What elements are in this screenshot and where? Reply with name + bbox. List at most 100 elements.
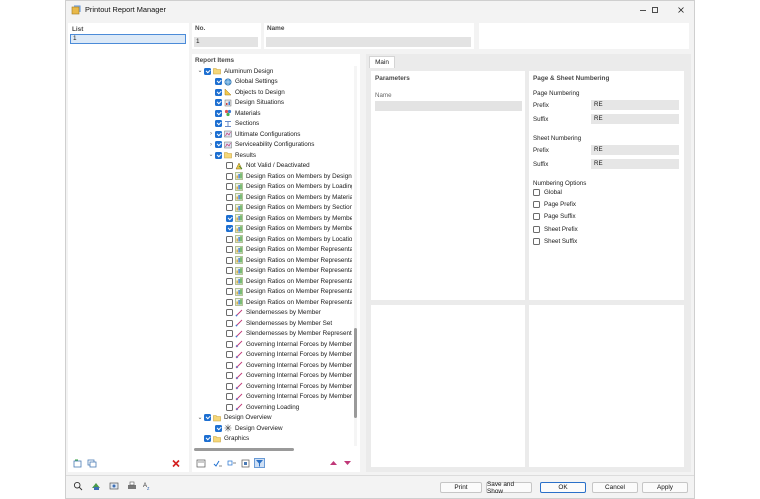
save-and-show-button[interactable]: Save and Show xyxy=(486,481,532,495)
tree-item[interactable]: Design Ratios on Members by Locatio xyxy=(218,234,352,245)
tree-item-checkbox[interactable] xyxy=(215,109,222,117)
option-sheet-suffix-checkbox[interactable] xyxy=(533,238,540,245)
option-global[interactable]: Global xyxy=(533,189,562,196)
name-field[interactable] xyxy=(266,37,471,47)
tree-item[interactable]: Objects to Design xyxy=(207,87,285,98)
maximize-button[interactable] xyxy=(643,3,667,17)
tree-item-checkbox[interactable] xyxy=(226,193,233,201)
tab-main[interactable]: Main xyxy=(369,56,395,68)
option-sheet-suffix[interactable]: Sheet Suffix xyxy=(533,238,577,245)
page-prefix-field[interactable]: RE xyxy=(591,100,679,110)
chevron-down-icon[interactable]: ⌄ xyxy=(207,152,215,158)
tree-item-checkbox[interactable] xyxy=(226,225,233,233)
number-field[interactable]: 1 xyxy=(194,37,258,47)
uncheck-all-button[interactable] xyxy=(226,458,237,468)
tree-scrollbar[interactable] xyxy=(354,66,357,446)
tree-item[interactable]: Governing Internal Forces by Member xyxy=(218,350,352,361)
tree-item-checkbox[interactable] xyxy=(226,340,233,348)
tree-hscrollbar-thumb[interactable] xyxy=(194,448,294,451)
tree-item[interactable]: Design Ratios on Member Representa xyxy=(218,245,352,256)
tree-item-checkbox[interactable] xyxy=(215,99,222,107)
new-report-button[interactable] xyxy=(72,458,83,468)
tree-item[interactable]: Slendernesses by Member Representa xyxy=(218,329,352,340)
tree-item[interactable]: ⌄ Aluminum Design xyxy=(196,66,273,77)
tree-item-checkbox[interactable] xyxy=(215,151,222,159)
tree-item-checkbox[interactable] xyxy=(226,235,233,243)
print-button[interactable]: Print xyxy=(440,482,482,493)
tree-item[interactable]: Governing Internal Forces by Member xyxy=(218,371,352,382)
chevron-down-icon[interactable]: ⌄ xyxy=(196,68,204,74)
tree-item[interactable]: Design Situations xyxy=(207,98,284,109)
option-sheet-prefix-checkbox[interactable] xyxy=(533,226,540,233)
tree-item[interactable]: Design Ratios on Members by Loading xyxy=(218,182,352,193)
tree-item-checkbox[interactable] xyxy=(226,183,233,191)
tree-item-checkbox[interactable] xyxy=(215,120,222,128)
units-button[interactable] xyxy=(90,481,101,491)
settings-button[interactable] xyxy=(108,481,119,491)
tree-item[interactable]: Design Ratios on Members by Design xyxy=(218,171,352,182)
tree-item[interactable]: Not Valid / Deactivated xyxy=(218,161,310,172)
option-page-prefix-checkbox[interactable] xyxy=(533,201,540,208)
chevron-down-icon[interactable]: ⌄ xyxy=(196,415,204,421)
cancel-button[interactable]: Cancel xyxy=(592,482,638,493)
tree-item-checkbox[interactable] xyxy=(226,256,233,264)
tree-item-checkbox[interactable] xyxy=(226,361,233,369)
delete-report-button[interactable] xyxy=(170,458,181,468)
tree-item[interactable]: Governing Internal Forces by Member xyxy=(218,360,352,371)
tree-item-checkbox[interactable] xyxy=(226,372,233,380)
tree-item[interactable]: Design Ratios on Members by Membe xyxy=(218,213,352,224)
tree-item-checkbox[interactable] xyxy=(226,309,233,317)
expand-button[interactable] xyxy=(240,458,251,468)
tree-item[interactable]: Design Ratios on Member Representat xyxy=(218,255,352,266)
parameters-name-field[interactable] xyxy=(375,101,522,111)
print-settings-button[interactable] xyxy=(126,481,137,491)
tree-item-checkbox[interactable] xyxy=(226,393,233,401)
tree-item[interactable]: Governing Internal Forces by Member xyxy=(218,392,352,403)
tree-item-checkbox[interactable] xyxy=(226,403,233,411)
tree-item-checkbox[interactable] xyxy=(226,382,233,390)
tree-item[interactable]: › Serviceability Configurations xyxy=(207,140,314,151)
filter-button[interactable] xyxy=(254,458,265,468)
tree-scrollbar-thumb[interactable] xyxy=(354,328,357,418)
tree-item[interactable]: Design Ratios on Member Representat xyxy=(218,287,352,298)
tree-item-checkbox[interactable] xyxy=(226,319,233,327)
check-all-button[interactable] xyxy=(212,458,223,468)
tree-item-checkbox[interactable] xyxy=(215,88,222,96)
option-global-checkbox[interactable] xyxy=(533,189,540,196)
option-page-suffix[interactable]: Page Suffix xyxy=(533,213,576,220)
tree-item-checkbox[interactable] xyxy=(226,204,233,212)
tree-item[interactable]: › Ultimate Configurations xyxy=(207,129,300,140)
search-button[interactable] xyxy=(72,481,83,491)
tree-item[interactable]: ⌄ Design Overview xyxy=(196,413,272,424)
option-page-prefix[interactable]: Page Prefix xyxy=(533,201,576,208)
tree-item-checkbox[interactable] xyxy=(215,141,222,149)
tree-item-checkbox[interactable] xyxy=(226,351,233,359)
tree-item-checkbox[interactable] xyxy=(215,130,222,138)
ok-button[interactable]: OK xyxy=(540,482,586,493)
list-item[interactable]: 1 xyxy=(70,34,186,44)
tree-item[interactable]: Design Ratios on Member Representat xyxy=(218,297,352,308)
move-up-button[interactable] xyxy=(328,458,339,468)
tree-item[interactable]: Design Ratios on Members by Section xyxy=(218,203,352,214)
tree-item[interactable]: Design Ratios on Members by Materia xyxy=(218,192,352,203)
tree-item-checkbox[interactable] xyxy=(226,172,233,180)
tree-item[interactable]: Governing Loading xyxy=(218,402,299,413)
sheet-prefix-field[interactable]: RE xyxy=(591,145,679,155)
tree-item-checkbox[interactable] xyxy=(204,435,211,443)
tree-item-checkbox[interactable] xyxy=(226,162,233,170)
chevron-right-icon[interactable]: › xyxy=(207,131,215,137)
option-page-suffix-checkbox[interactable] xyxy=(533,213,540,220)
tree-item[interactable]: Governing Internal Forces by Member xyxy=(218,339,352,350)
tree-item[interactable]: Sections xyxy=(207,119,259,130)
tree-item-checkbox[interactable] xyxy=(226,246,233,254)
tree-item-checkbox[interactable] xyxy=(226,267,233,275)
tree-item[interactable]: ⌄ Results xyxy=(207,150,256,161)
tree-item[interactable]: Governing Internal Forces by Member xyxy=(218,381,352,392)
tree-item[interactable]: Graphics xyxy=(196,434,249,445)
tree-item-checkbox[interactable] xyxy=(226,288,233,296)
tree-item-checkbox[interactable] xyxy=(215,424,222,432)
print-preview-button[interactable] xyxy=(195,458,206,468)
tree-item[interactable]: Global Settings xyxy=(207,77,278,88)
tree-item[interactable]: Design Overview xyxy=(207,423,283,434)
tree-item-checkbox[interactable] xyxy=(226,277,233,285)
